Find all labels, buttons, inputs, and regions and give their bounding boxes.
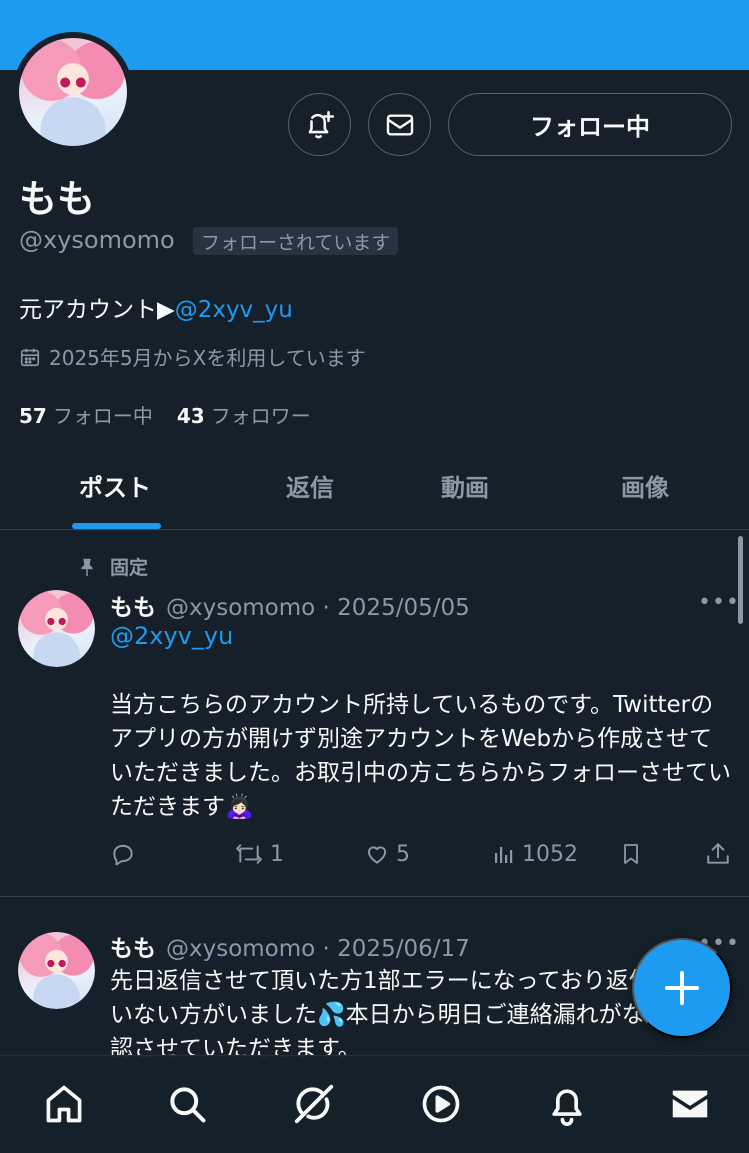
compose-post-button[interactable] [632,938,732,1038]
post-mention-link[interactable]: @2xyv_yu [110,622,233,650]
joined-text: 2025年5月からXを利用しています [49,346,366,370]
like-button[interactable]: 5 [364,836,410,872]
post-header: もも @xysomomo · 2025/06/17 [110,929,470,963]
avatar-image [18,932,95,1009]
nav-video[interactable] [417,1080,465,1128]
like-count: 5 [396,841,410,867]
followers-link[interactable]: 43 フォロワー [177,400,311,429]
nav-grok[interactable] [290,1080,338,1128]
home-icon [42,1082,86,1126]
profile-bio: 元アカウント▶@2xyv_yu [19,290,293,324]
views-button[interactable]: 1052 [492,836,578,872]
post-avatar[interactable] [18,590,95,667]
share-icon [705,840,731,868]
post-handle-date: @xysomomo · 2025/05/05 [166,595,470,621]
profile-handle: @xysomomo [19,226,175,254]
post-author-name[interactable]: もも [110,595,156,621]
tab-posts[interactable]: ポスト [40,440,190,530]
avatar-image [18,590,95,667]
retweet-button[interactable]: 1 [234,836,284,872]
post-divider [0,896,749,897]
bio-mention-link[interactable]: @2xyv_yu [175,297,293,323]
share-button[interactable] [705,836,731,872]
post-avatar[interactable] [18,932,95,1009]
profile-tabs: ポスト 返信 動画 画像 [0,440,749,530]
views-count: 1052 [522,841,578,867]
profile-name: もも [19,177,96,221]
more-options-icon[interactable]: ••• [698,590,740,615]
post-text: 当方こちらのアカウント所持しているものです。Twitterのアプリの方が開けず別… [110,692,731,820]
post-handle-date: @xysomomo · 2025/06/17 [166,936,470,962]
message-button[interactable] [368,93,431,156]
analytics-icon [492,841,516,867]
grok-icon [291,1081,337,1127]
bell-plus-icon [303,108,337,142]
nav-messages[interactable] [666,1080,714,1128]
post-actions: 1 5 1052 [0,836,749,872]
video-icon [419,1082,463,1126]
post-author-name[interactable]: もも [110,936,156,962]
envelope-icon [384,109,416,141]
following-link[interactable]: 57 フォロー中 [19,400,153,429]
heart-icon [364,841,390,867]
bio-text: 元アカウント▶ [19,297,175,323]
pin-icon [78,557,96,577]
active-tab-indicator [72,523,161,529]
tab-media[interactable]: 画像 [570,440,720,530]
notify-button[interactable] [288,93,351,156]
messages-icon [667,1081,713,1127]
search-icon [165,1082,209,1126]
calendar-icon [19,346,41,368]
post-header: もも @xysomomo · 2025/05/05 [110,588,470,622]
plus-icon [662,968,702,1008]
nav-home[interactable] [40,1080,88,1128]
joined-date: 2025年5月からXを利用しています [19,342,366,371]
follow-stats: 57 フォロー中 43 フォロワー [19,400,311,429]
profile-avatar[interactable] [13,32,133,152]
nav-notifications[interactable] [543,1080,591,1128]
avatar-image [19,38,127,146]
notifications-icon [545,1082,589,1126]
nav-search[interactable] [163,1080,211,1128]
bookmark-button[interactable] [619,836,643,872]
retweet-icon [234,841,264,867]
bookmark-icon [619,840,643,868]
follows-you-badge: フォローされています [193,227,399,255]
retweet-count: 1 [270,841,284,867]
reply-icon [110,841,136,867]
reply-button[interactable] [110,836,136,872]
tab-videos[interactable]: 動画 [390,440,540,530]
bottom-navigation [0,1055,749,1153]
tab-replies[interactable]: 返信 [235,440,385,530]
following-button[interactable]: フォロー中 [448,93,732,156]
pinned-label: 固定 [78,553,148,580]
